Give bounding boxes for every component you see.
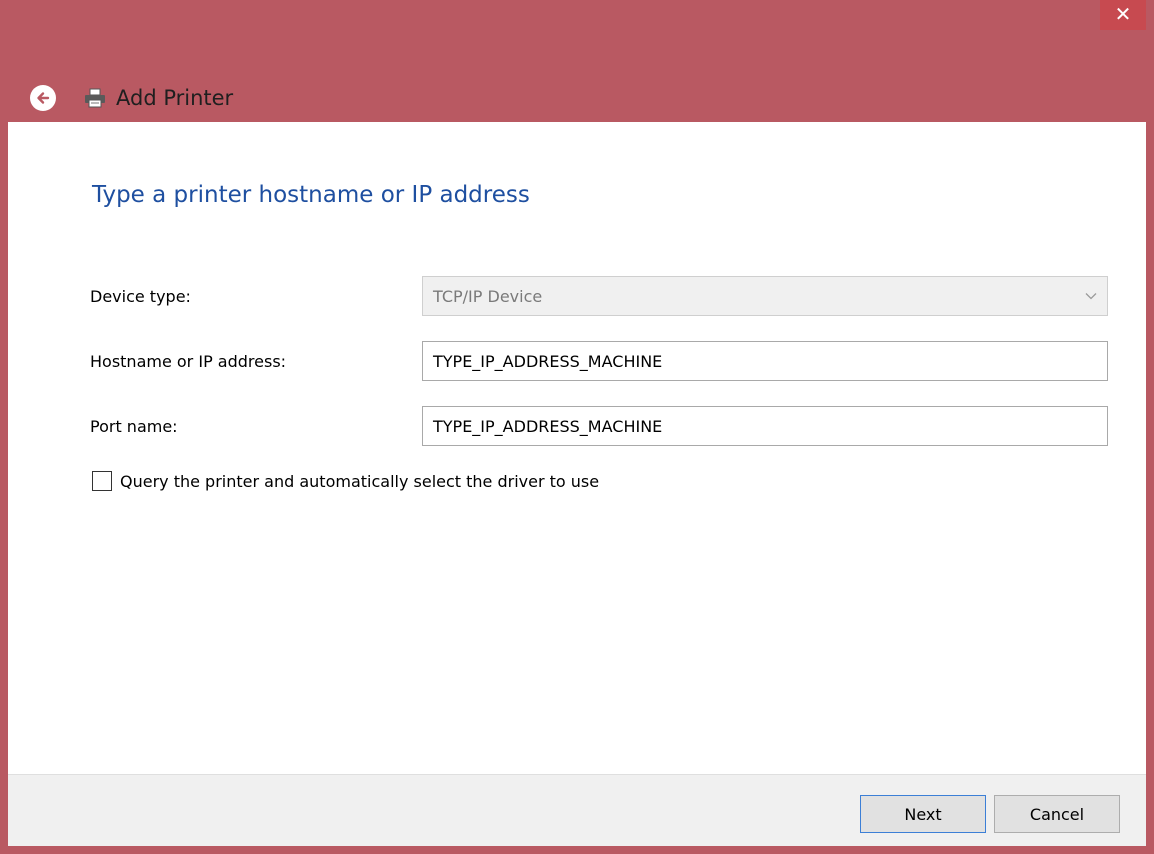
device-type-value: TCP/IP Device xyxy=(433,286,543,306)
query-printer-option[interactable]: Query the printer and automatically sele… xyxy=(92,471,599,491)
page-title: Type a printer hostname or IP address xyxy=(92,182,530,208)
cancel-button[interactable]: Cancel xyxy=(994,795,1120,833)
window-title: Add Printer xyxy=(116,86,234,110)
next-button[interactable]: Next xyxy=(860,795,986,833)
device-type-label: Device type: xyxy=(90,287,191,306)
close-button[interactable]: ✕ xyxy=(1100,0,1146,30)
wizard-footer: Next Cancel xyxy=(8,774,1146,846)
back-button[interactable] xyxy=(30,85,56,111)
close-icon: ✕ xyxy=(1114,4,1132,26)
port-name-label: Port name: xyxy=(90,417,178,436)
port-name-input[interactable]: TYPE_IP_ADDRESS_MACHINE xyxy=(422,406,1108,446)
hostname-label: Hostname or IP address: xyxy=(90,352,287,371)
hostname-input[interactable]: TYPE_IP_ADDRESS_MACHINE xyxy=(422,341,1108,381)
add-printer-window: ✕ Add Printer Type a printer hostname or… xyxy=(0,0,1154,854)
chevron-down-icon xyxy=(1085,293,1097,300)
device-type-select: TCP/IP Device xyxy=(422,276,1108,316)
port-name-value: TYPE_IP_ADDRESS_MACHINE xyxy=(433,416,663,436)
window-header: Add Printer xyxy=(30,80,233,116)
wizard-content: Type a printer hostname or IP address De… xyxy=(8,122,1146,774)
back-arrow-icon xyxy=(37,92,50,104)
printer-icon xyxy=(84,88,106,108)
hostname-value: TYPE_IP_ADDRESS_MACHINE xyxy=(433,351,663,371)
query-printer-label: Query the printer and automatically sele… xyxy=(120,471,600,491)
query-printer-checkbox[interactable] xyxy=(92,471,112,491)
